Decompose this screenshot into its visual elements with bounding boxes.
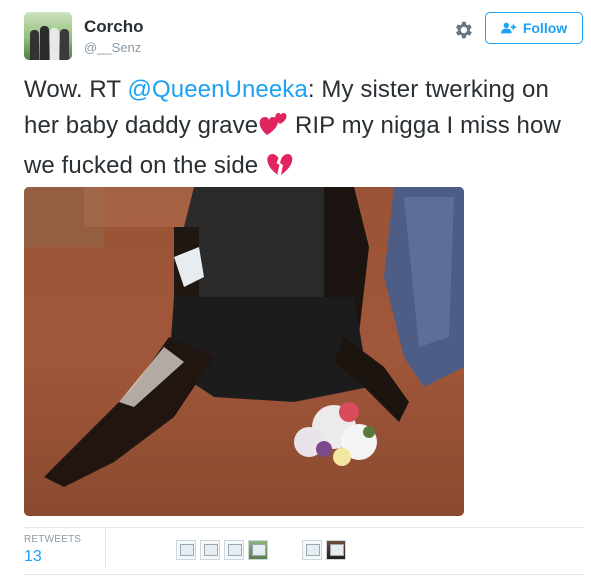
mention-link[interactable]: @QueenUneeka xyxy=(128,76,308,103)
tweet-photo[interactable] xyxy=(24,187,464,516)
retweeter-avatar[interactable] xyxy=(224,540,244,560)
retweeter-avatar[interactable] xyxy=(200,540,220,560)
retweeter-avatars xyxy=(176,540,346,560)
broken-heart-emoji xyxy=(265,151,295,188)
tweet-text: Wow. RT @QueenUneeka: My sister twerking… xyxy=(24,72,574,188)
tweet-text-part1: Wow. RT xyxy=(24,76,128,103)
user-handle[interactable]: @__Senz xyxy=(84,40,141,55)
avatar[interactable] xyxy=(24,12,72,60)
two-hearts-emoji xyxy=(258,111,288,148)
retweeter-avatar[interactable] xyxy=(326,540,346,560)
stats-divider-top xyxy=(24,527,583,528)
avatar-gap xyxy=(272,540,298,560)
retweets-label: RETWEETS xyxy=(24,534,82,545)
add-user-icon xyxy=(500,22,516,34)
retweeter-avatar[interactable] xyxy=(176,540,196,560)
retweets-count[interactable]: 13 xyxy=(24,548,42,566)
gear-icon[interactable] xyxy=(452,19,474,41)
stats-separator xyxy=(105,528,106,568)
retweeter-avatar[interactable] xyxy=(302,540,322,560)
stats-divider-bottom xyxy=(24,574,583,575)
retweeter-avatar[interactable] xyxy=(248,540,268,560)
follow-button[interactable]: Follow xyxy=(485,12,583,44)
user-name[interactable]: Corcho xyxy=(84,17,144,37)
follow-label: Follow xyxy=(522,20,568,36)
